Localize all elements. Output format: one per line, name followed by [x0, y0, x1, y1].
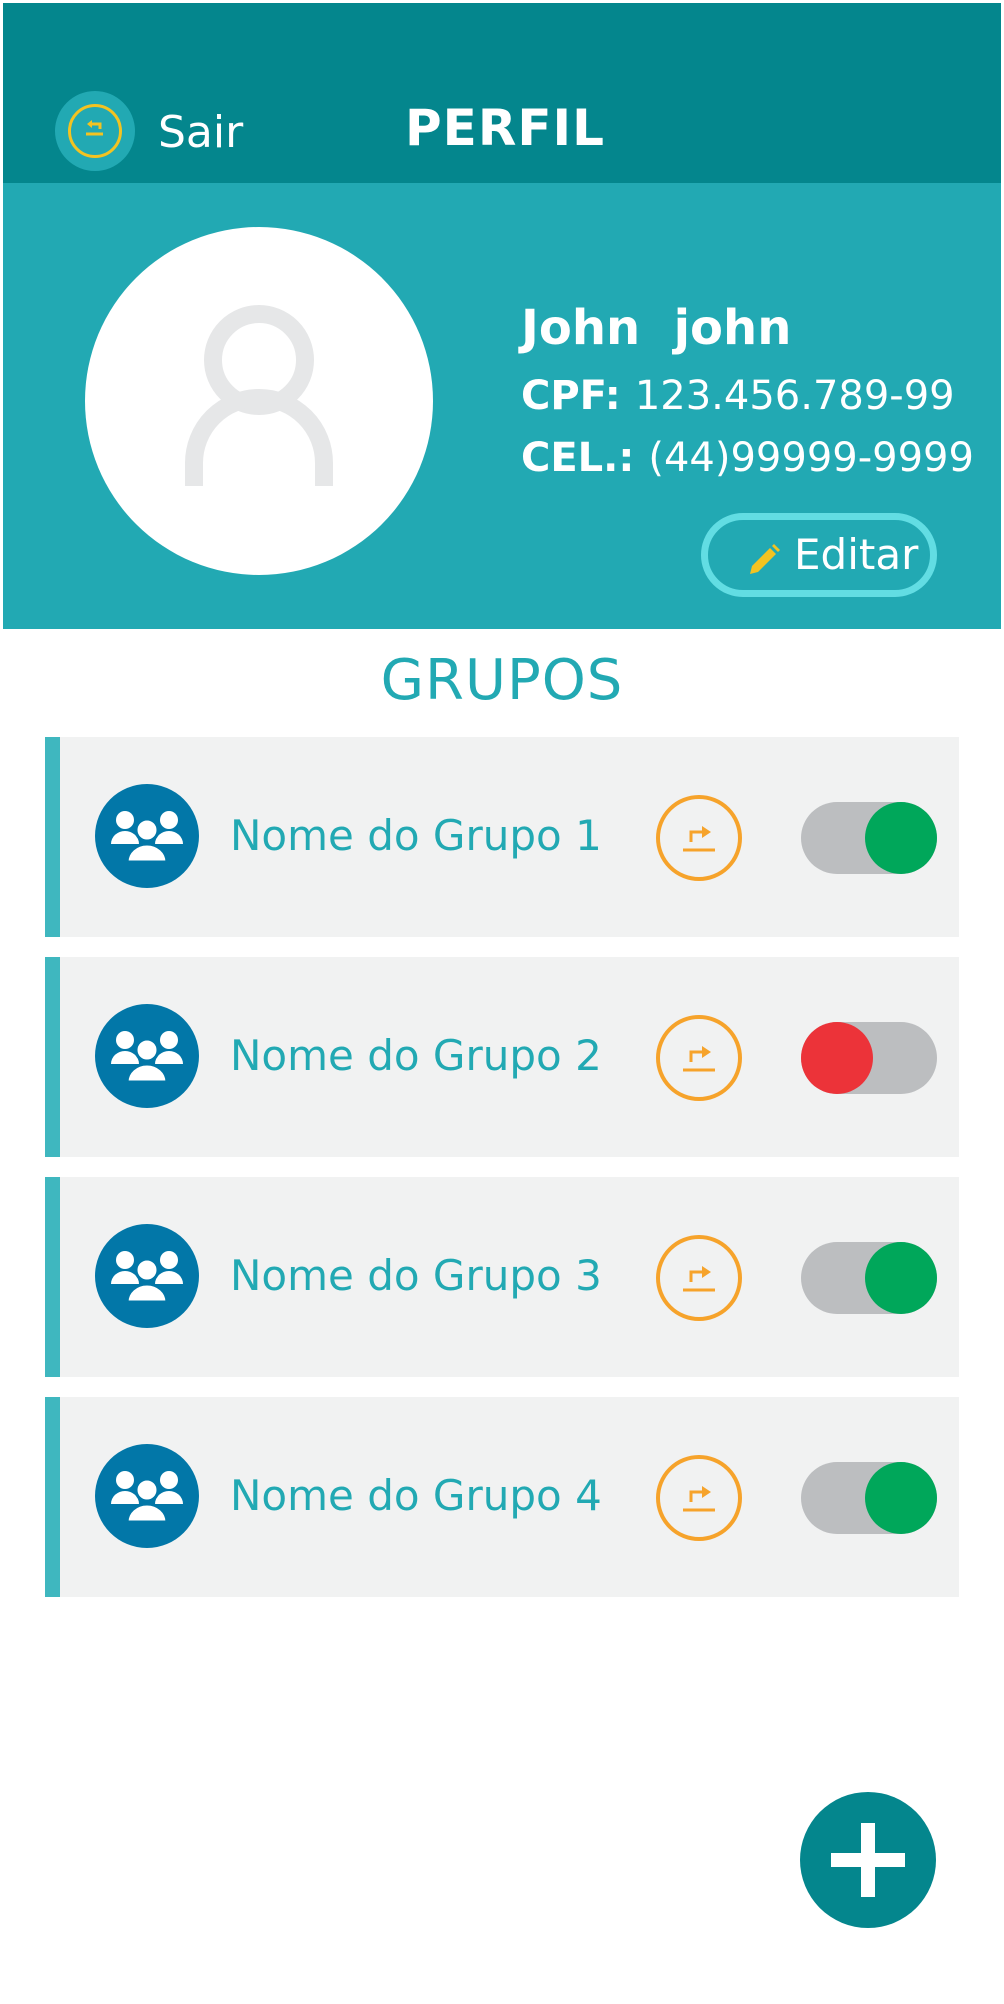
- group-users-icon: [111, 1251, 183, 1304]
- plus-icon: [831, 1823, 905, 1897]
- user-icon: [185, 305, 333, 486]
- group-users-icon: [111, 1031, 183, 1084]
- group-toggle[interactable]: [801, 1242, 937, 1314]
- group-users-icon: [111, 811, 183, 864]
- pencil-icon: [750, 544, 780, 574]
- card-accent: [45, 1397, 60, 1597]
- group-card-2[interactable]: Nome do Grupo 2: [45, 957, 959, 1157]
- group-avatar: [95, 1004, 199, 1108]
- group-name: Nome do Grupo 4: [230, 1471, 602, 1520]
- share-button[interactable]: [656, 1235, 742, 1321]
- group-avatar: [95, 784, 199, 888]
- group-name: Nome do Grupo 1: [230, 811, 602, 860]
- card-accent: [45, 737, 60, 937]
- group-avatar: [95, 1444, 199, 1548]
- toggle-knob: [865, 802, 937, 874]
- add-group-button[interactable]: [800, 1792, 936, 1928]
- edit-button[interactable]: Editar: [701, 513, 937, 597]
- share-button[interactable]: [656, 795, 742, 881]
- group-avatar: [95, 1224, 199, 1328]
- group-toggle[interactable]: [801, 1462, 937, 1534]
- group-users-icon: [111, 1471, 183, 1524]
- share-button[interactable]: [656, 1455, 742, 1541]
- share-arrow-icon: [683, 1046, 715, 1072]
- group-toggle[interactable]: [801, 1022, 937, 1094]
- cel-label: CEL.:: [521, 435, 635, 481]
- cel-value: (44)99999-9999: [648, 435, 974, 481]
- share-button[interactable]: [656, 1015, 742, 1101]
- group-name: Nome do Grupo 3: [230, 1251, 602, 1300]
- user-name: John john: [521, 300, 792, 356]
- group-name: Nome do Grupo 2: [230, 1031, 602, 1080]
- page-title: PERFIL: [405, 99, 605, 157]
- avatar: [85, 227, 433, 575]
- edit-label: Editar: [794, 530, 919, 579]
- group-card-1[interactable]: Nome do Grupo 1: [45, 737, 959, 937]
- cpf-value: 123.456.789-99: [634, 373, 955, 419]
- top-bar: Sair PERFIL: [3, 3, 1001, 183]
- group-card-3[interactable]: Nome do Grupo 3: [45, 1177, 959, 1377]
- profile-panel: John john CPF: 123.456.789-99 CEL.: (44)99…: [3, 183, 1001, 629]
- toggle-knob: [865, 1242, 937, 1314]
- group-card-4[interactable]: Nome do Grupo 4: [45, 1397, 959, 1597]
- group-toggle[interactable]: [801, 802, 937, 874]
- groups-title: GRUPOS: [380, 648, 624, 713]
- card-accent: [45, 957, 60, 1157]
- share-arrow-icon: [683, 1486, 715, 1512]
- share-arrow-icon: [683, 1266, 715, 1292]
- share-arrow-icon: [683, 826, 715, 852]
- cpf-row: CPF: 123.456.789-99: [521, 373, 955, 419]
- toggle-knob: [801, 1022, 873, 1094]
- toggle-knob: [865, 1462, 937, 1534]
- cpf-label: CPF:: [521, 373, 621, 419]
- card-accent: [45, 1177, 60, 1377]
- cel-row: CEL.: (44)99999-9999: [521, 435, 974, 481]
